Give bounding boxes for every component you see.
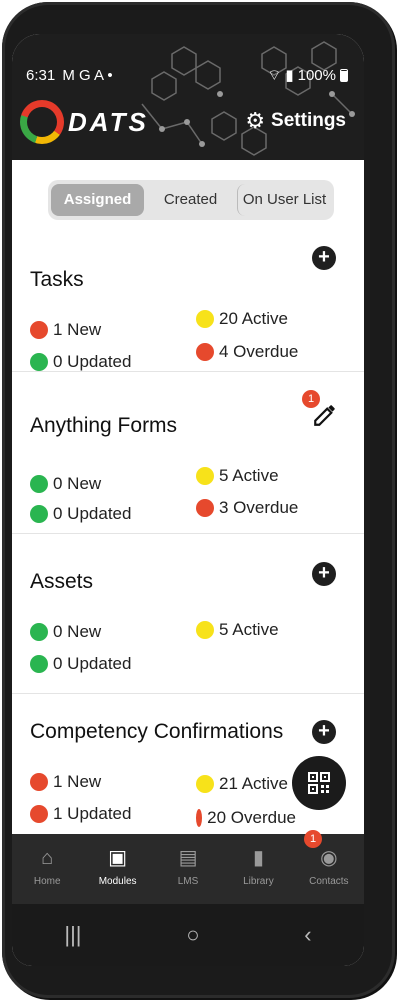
- tasks-new-text: 1 New: [53, 320, 102, 339]
- competency-new-stat[interactable]: 1 New: [30, 772, 101, 792]
- home-icon: ⌂: [41, 847, 54, 869]
- red-status-dot: [30, 805, 48, 823]
- red-status-dot: [196, 499, 214, 517]
- settings-label: Settings: [271, 110, 346, 131]
- home-circle-icon[interactable]: ○: [186, 922, 199, 948]
- signal-icon: ▮: [285, 67, 294, 84]
- add-asset-button[interactable]: +: [312, 562, 336, 586]
- competency-updated-text: 1 Updated: [53, 804, 132, 823]
- red-status-dot: [196, 809, 203, 827]
- app-screen: 6:31 M G A • ⌔ ▮ 100% DATS ⚙ Settings As…: [12, 34, 364, 966]
- assets-active-text: 5 Active: [219, 620, 279, 639]
- tasks-active-text: 20 Active: [219, 309, 288, 328]
- back-chevron-icon[interactable]: ‹: [304, 922, 311, 948]
- tasks-title: Tasks: [30, 268, 84, 291]
- tasks-new-stat[interactable]: 1 New: [30, 320, 101, 340]
- forms-updated-text: 0 Updated: [53, 504, 132, 523]
- contact-icon: ◉: [320, 847, 338, 869]
- anything-forms-title: Anything Forms: [30, 414, 178, 437]
- nav-lms[interactable]: ▤ LMS: [153, 834, 223, 904]
- wifi-icon: ⌔: [267, 66, 282, 84]
- inbox-icon: ▣: [108, 847, 128, 869]
- green-status-dot: [30, 623, 48, 641]
- add-task-button[interactable]: +: [312, 246, 336, 270]
- nav-contacts[interactable]: ◉ Contacts: [294, 834, 364, 904]
- recent-apps-icon[interactable]: |||: [64, 922, 81, 948]
- nav-modules-label: Modules: [98, 876, 137, 887]
- forms-updated-stat[interactable]: 0 Updated: [30, 504, 131, 524]
- notification-indicators: M G A •: [62, 66, 113, 84]
- clock-text: 6:31: [26, 66, 56, 84]
- battery-icon: [340, 68, 348, 82]
- competency-overdue-stat[interactable]: 20 Overdue: [196, 808, 296, 828]
- assets-new-text: 0 New: [53, 622, 102, 641]
- nav-library-label: Library: [243, 876, 274, 887]
- tab-created[interactable]: Created: [144, 184, 237, 216]
- forms-notification-badge: 1: [302, 390, 320, 408]
- competency-active-stat[interactable]: 21 Active: [196, 774, 288, 794]
- competency-title: Competency Confirmations: [30, 720, 284, 743]
- competency-overdue-text: 20 Overdue: [207, 808, 296, 827]
- green-status-dot: [30, 655, 48, 673]
- forms-active-stat[interactable]: 5 Active: [196, 466, 279, 486]
- red-status-dot: [30, 321, 48, 339]
- next-card-notification-badge: 1: [304, 830, 322, 848]
- assets-title: Assets: [30, 570, 94, 593]
- assets-active-stat[interactable]: 5 Active: [196, 620, 279, 640]
- nav-library[interactable]: ▮ Library: [223, 834, 293, 904]
- tab-on-user-list[interactable]: On User List: [237, 184, 331, 216]
- yellow-status-dot: [196, 310, 214, 328]
- tab-assigned[interactable]: Assigned: [51, 184, 144, 216]
- green-status-dot: [30, 475, 48, 493]
- nav-lms-label: LMS: [177, 876, 199, 887]
- nav-home[interactable]: ⌂ Home: [12, 834, 82, 904]
- gear-icon: ⚙: [245, 108, 266, 133]
- logo-text: DATS: [68, 106, 149, 137]
- add-competency-button[interactable]: +: [312, 720, 336, 744]
- tasks-updated-text: 0 Updated: [53, 352, 132, 371]
- forms-new-text: 0 New: [53, 474, 102, 493]
- qr-scan-button[interactable]: [292, 756, 346, 810]
- tasks-overdue-text: 4 Overdue: [219, 342, 299, 361]
- assignment-filter-tabs: Assigned Created On User List: [48, 180, 334, 220]
- tasks-updated-stat[interactable]: 0 Updated: [30, 352, 131, 372]
- red-status-dot: [30, 773, 48, 791]
- battery-level: 100%: [297, 66, 336, 84]
- phone-frame: 6:31 M G A • ⌔ ▮ 100% DATS ⚙ Settings As…: [2, 2, 395, 998]
- status-bar: 6:31 M G A • ⌔ ▮ 100%: [26, 64, 348, 86]
- system-navigation-bar: ||| ○ ‹: [12, 904, 364, 966]
- assets-card[interactable]: Assets + 0 New 5 Active 0 Updated: [12, 534, 364, 694]
- yellow-status-dot: [196, 621, 214, 639]
- logo-ring-icon: [20, 100, 64, 144]
- competency-active-text: 21 Active: [219, 774, 288, 793]
- forms-overdue-text: 3 Overdue: [219, 498, 299, 517]
- assets-new-stat[interactable]: 0 New: [30, 622, 101, 642]
- green-status-dot: [30, 505, 48, 523]
- yellow-status-dot: [196, 775, 214, 793]
- competency-updated-stat[interactable]: 1 Updated: [30, 804, 131, 824]
- forms-active-text: 5 Active: [219, 466, 279, 485]
- tasks-overdue-stat[interactable]: 4 Overdue: [196, 342, 298, 362]
- green-status-dot: [30, 353, 48, 371]
- nav-contacts-label: Contacts: [309, 876, 349, 887]
- dats-logo: DATS: [20, 100, 149, 144]
- tasks-card[interactable]: Tasks + 1 New 20 Active 0 Updated 4 Over…: [12, 222, 364, 372]
- forms-new-stat[interactable]: 0 New: [30, 474, 101, 494]
- tasks-active-stat[interactable]: 20 Active: [196, 309, 288, 329]
- book-icon: ▮: [252, 847, 264, 869]
- competency-new-text: 1 New: [53, 772, 102, 791]
- anything-forms-card[interactable]: Anything Forms 1 0 New 5 Active 0 Update…: [12, 374, 364, 534]
- book-open-icon: ▤: [178, 847, 198, 869]
- assets-updated-stat[interactable]: 0 Updated: [30, 654, 131, 674]
- red-status-dot: [196, 343, 214, 361]
- settings-button[interactable]: ⚙ Settings: [245, 110, 346, 132]
- forms-overdue-stat[interactable]: 3 Overdue: [196, 498, 298, 518]
- nav-home-label: Home: [33, 876, 61, 887]
- assets-updated-text: 0 Updated: [53, 654, 132, 673]
- qr-code-icon: [308, 772, 330, 794]
- app-header: 6:31 M G A • ⌔ ▮ 100% DATS ⚙ Settings: [12, 34, 364, 160]
- yellow-status-dot: [196, 467, 214, 485]
- nav-modules[interactable]: ▣ Modules: [82, 834, 152, 904]
